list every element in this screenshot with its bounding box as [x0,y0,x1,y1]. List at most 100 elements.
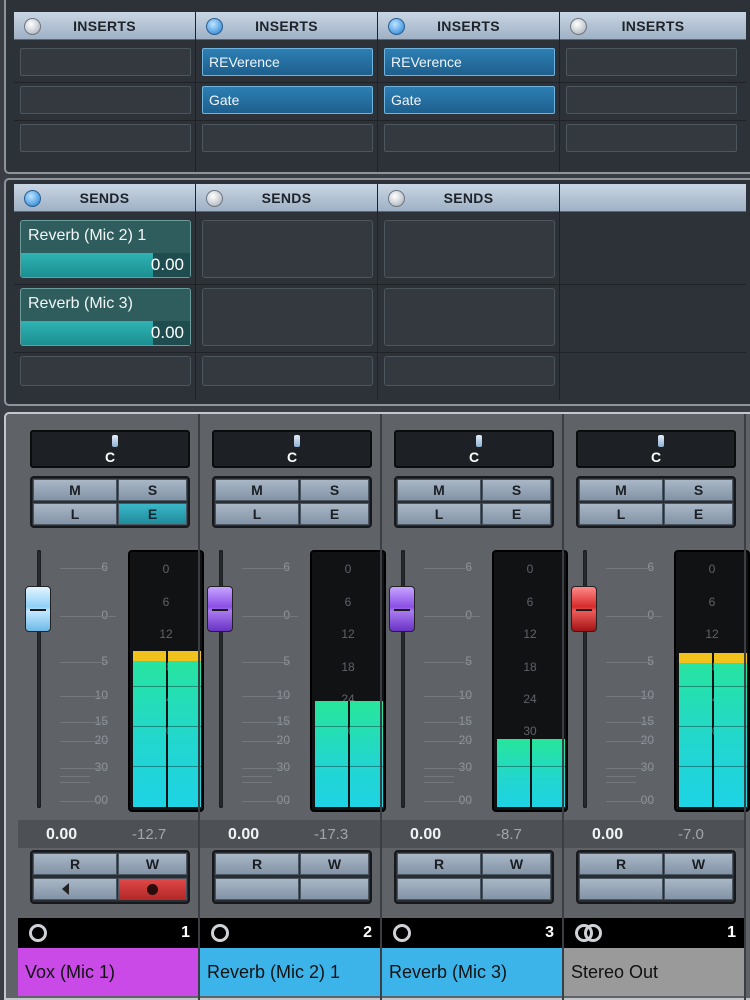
inserts-bypass-led[interactable] [388,18,405,35]
send-level-bar[interactable]: 0.00 [21,321,190,345]
send-slot-2[interactable] [202,288,373,346]
read-automation-button[interactable]: R [215,853,299,875]
volume-value[interactable]: 0.00 [46,826,77,844]
volume-fader[interactable] [207,586,233,632]
sends-bypass-led[interactable] [206,190,223,207]
send-slot-1[interactable]: Reverb (Mic 2) 1 0.00 [20,220,191,278]
volume-fader[interactable] [389,586,415,632]
listen-button[interactable]: L [397,503,481,525]
peak-value[interactable]: -12.7 [132,826,166,843]
write-automation-button[interactable]: W [300,853,369,875]
listen-button[interactable]: L [33,503,117,525]
read-automation-button[interactable]: R [397,853,481,875]
volume-value[interactable]: 0.00 [410,826,441,844]
sends-header[interactable]: SENDS [14,184,195,212]
pan-control[interactable]: C [212,430,372,468]
insert-slot-2[interactable] [20,86,191,114]
pan-control[interactable]: C [394,430,554,468]
send-slot-1[interactable] [384,220,555,278]
meter-segment-line [168,726,201,727]
record-enable-button[interactable] [300,878,369,900]
insert-slot-1[interactable] [20,48,191,76]
write-automation-button[interactable]: W [482,853,551,875]
sends-bypass-led[interactable] [24,190,41,207]
meter-segment-line [714,726,747,727]
fader-tick [606,776,636,777]
insert-slot-2[interactable]: Gate [384,86,555,114]
pan-control[interactable]: C [576,430,736,468]
insert-slot-3[interactable] [202,124,373,152]
record-enable-button[interactable] [482,878,551,900]
send-slot-3[interactable] [202,356,373,386]
inserts-header[interactable]: INSERTS [14,12,195,40]
track-name[interactable]: Stereo Out [564,948,746,996]
record-enable-button[interactable] [664,878,733,900]
solo-button[interactable]: S [118,479,187,501]
insert-slot-2[interactable]: Gate [202,86,373,114]
write-automation-button[interactable]: W [118,853,187,875]
inserts-bypass-led[interactable] [24,18,41,35]
mono-ring-icon [29,924,47,942]
solo-button[interactable]: S [300,479,369,501]
track-name[interactable]: Vox (Mic 1) [18,948,200,996]
monitor-button[interactable] [397,878,481,900]
insert-slot-1[interactable]: REVerence [202,48,373,76]
monitor-button[interactable] [215,878,299,900]
peak-value[interactable]: -17.3 [314,826,348,843]
listen-button[interactable]: L [579,503,663,525]
edit-button[interactable]: E [482,503,551,525]
send-slot-2[interactable]: Reverb (Mic 3) 0.00 [20,288,191,346]
read-automation-button[interactable]: R [579,853,663,875]
insert-slot-2[interactable] [566,86,737,114]
fader-scale-label: 10 [94,688,108,702]
insert-slot-3[interactable] [384,124,555,152]
send-level-value: 0.00 [150,255,184,274]
peak-value[interactable]: -7.0 [678,826,704,843]
listen-button[interactable]: L [215,503,299,525]
inserts-header[interactable]: INSERTS [378,12,559,40]
inserts-header[interactable]: INSERTS [560,12,746,40]
edit-button[interactable]: E [664,503,733,525]
insert-slot-1[interactable] [566,48,737,76]
insert-slot-3[interactable] [566,124,737,152]
monitor-button[interactable] [579,878,663,900]
mute-button[interactable]: M [33,479,117,501]
divider [378,352,559,353]
record-enable-button[interactable] [118,878,187,900]
insert-slot-3[interactable] [20,124,191,152]
read-automation-button[interactable]: R [33,853,117,875]
pan-control[interactable]: C [30,430,190,468]
send-slot-2[interactable] [384,288,555,346]
volume-value[interactable]: 0.00 [592,826,623,844]
volume-fader[interactable] [25,586,51,632]
monitor-button[interactable] [33,878,117,900]
volume-fader[interactable] [571,586,597,632]
send-level-bar[interactable]: 0.00 [21,253,190,277]
solo-button[interactable]: S [664,479,733,501]
insert-slot-1[interactable]: REVerence [384,48,555,76]
edit-button[interactable]: E [118,503,187,525]
fader-tick [60,662,106,663]
level-meter: 0612182430 [674,550,750,812]
send-slot-3[interactable] [20,356,191,386]
track-name[interactable]: Reverb (Mic 2) 1 [200,948,382,996]
write-automation-button[interactable]: W [664,853,733,875]
sends-header[interactable]: SENDS [196,184,377,212]
inserts-bypass-led[interactable] [570,18,587,35]
track-name[interactable]: Reverb (Mic 3) [382,948,564,996]
solo-button[interactable]: S [482,479,551,501]
sends-bypass-led[interactable] [388,190,405,207]
inserts-bypass-led[interactable] [206,18,223,35]
fader-tick [60,776,90,777]
mute-button[interactable]: M [397,479,481,501]
inserts-header[interactable]: INSERTS [196,12,377,40]
send-slot-3[interactable] [384,356,555,386]
mute-button[interactable]: M [579,479,663,501]
sends-header[interactable]: SENDS [378,184,559,212]
edit-button[interactable]: E [300,503,369,525]
mute-button[interactable]: M [215,479,299,501]
peak-value[interactable]: -8.7 [496,826,522,843]
fader-scale-label: 6 [101,560,108,574]
volume-value[interactable]: 0.00 [228,826,259,844]
send-slot-1[interactable] [202,220,373,278]
